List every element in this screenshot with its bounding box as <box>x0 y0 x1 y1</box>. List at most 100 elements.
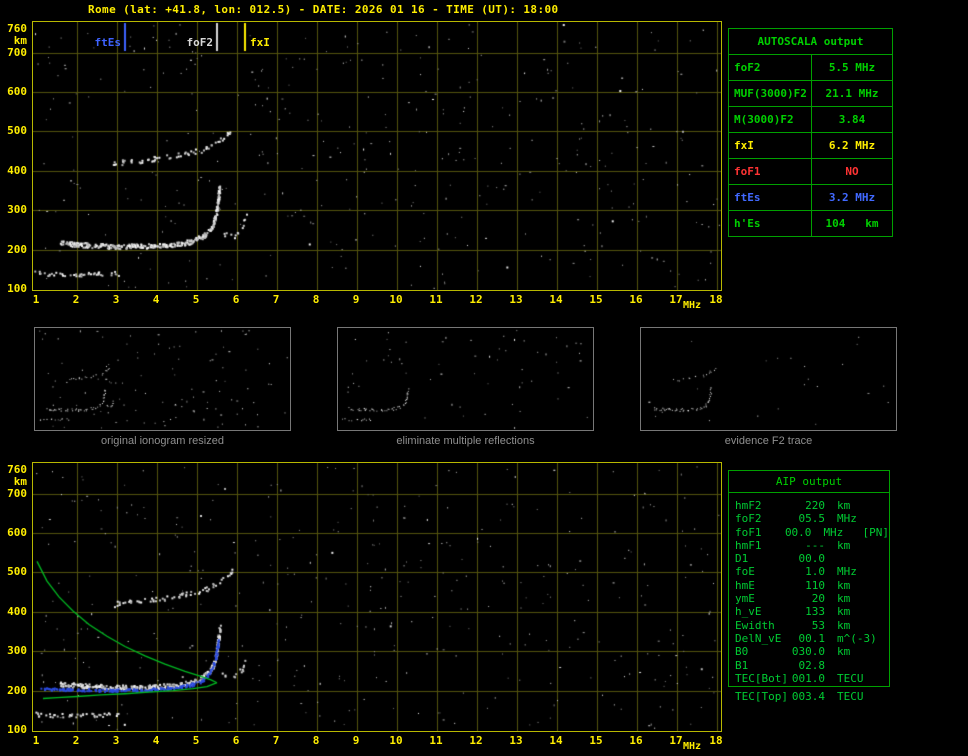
x-tick-1: 1 <box>32 734 40 747</box>
thumbnail-1-label: original ionogram resized <box>101 435 224 447</box>
x-tick-18: 18 <box>709 734 723 747</box>
x-tick-11: 11 <box>429 293 443 306</box>
aip-row-hmf1: hmF1 --- km <box>729 539 889 552</box>
aip-row-value: 20 <box>811 592 825 606</box>
thumbnail-original-ionogram <box>34 327 291 431</box>
aip-row-name: ymE <box>735 592 755 606</box>
aip-row-d1: D1 00.0 <box>729 552 889 565</box>
autoscala-row-label: fxI <box>729 133 812 158</box>
aip-row-name: D1 <box>735 552 749 566</box>
x-tick-12: 12 <box>469 734 483 747</box>
autoscala-row-label: foF2 <box>729 55 812 80</box>
x-tick-9: 9 <box>352 734 360 747</box>
y-tick-760: 760 <box>7 463 27 476</box>
x-tick-10: 10 <box>389 293 403 306</box>
x-tick-5: 5 <box>192 293 200 306</box>
autoscala-row-value: 6.2 MHz <box>828 139 876 152</box>
aip-row-value: 030.0 <box>791 645 825 659</box>
aip-row-unit: km <box>837 592 851 606</box>
x-tick-15: 15 <box>589 734 603 747</box>
autoscala-row-h-es: h'Es 104 km <box>729 211 892 236</box>
bottom-ionogram-plot <box>32 462 722 732</box>
y-tick-200: 200 <box>7 684 27 697</box>
top-ionogram-plot: ftEs foF2 fxI <box>32 21 722 291</box>
aip-row-yme: ymE 20 km <box>729 592 889 605</box>
x-tick-16: 16 <box>629 293 643 306</box>
aip-row-unit <box>837 552 883 565</box>
autoscala-row-ftes: ftEs 3.2 MHz <box>729 185 892 211</box>
autoscala-row-m-3000-f2: M(3000)F2 3.84 <box>729 107 892 133</box>
thumbnail-3-canvas <box>641 328 896 430</box>
y-tick-200: 200 <box>7 243 27 256</box>
aip-row-value: 110 <box>805 578 825 592</box>
aip-row-fof1: foF1 00.0 MHz [PN] <box>729 526 889 539</box>
aip-row-value: 00.0 <box>798 552 826 566</box>
aip-panel-title: AIP output <box>729 471 889 493</box>
x-tick-10: 10 <box>389 734 403 747</box>
y-tick-400: 400 <box>7 164 27 177</box>
marker-label-fof2: foF2 <box>186 36 214 49</box>
x-tick-2: 2 <box>72 293 80 306</box>
bottom-plot-y-axis: 760 km 700 600 500 400 300 200 100 <box>0 462 30 735</box>
aip-row-name: foF2 <box>735 512 762 526</box>
autoscala-row-value: 3.2 MHz <box>828 191 876 204</box>
aip-row-name: h_vE <box>735 605 762 619</box>
x-tick-16: 16 <box>629 734 643 747</box>
x-tick-7: 7 <box>272 734 280 747</box>
x-tick-4: 4 <box>152 293 160 306</box>
y-axis-unit: km <box>13 34 27 47</box>
aip-row-hmf2: hmF2 220 km <box>729 499 889 512</box>
aip-row-hme: hmE 110 km <box>729 579 889 592</box>
autoscala-row-label: M(3000)F2 <box>729 107 812 132</box>
autoscala-row-value: 3.84 <box>838 113 866 126</box>
aip-row-foe: foE 1.0 MHz <box>729 565 889 578</box>
aip-row-unit: km <box>837 645 851 659</box>
aip-row-value: 02.8 <box>798 658 826 672</box>
aip-row-name: B0 <box>735 645 749 659</box>
bottom-plot-x-axis: 1 2 3 4 5 6 7 8 9 10 11 12 13 14 15 16 17 18 MHz <box>32 734 744 756</box>
autoscala-row-fof1: foF1 NO <box>729 159 892 185</box>
aip-row-extra: [PN] <box>862 525 890 539</box>
autoscala-row-value: NO <box>845 165 859 178</box>
aip-row-unit: km <box>837 499 851 512</box>
top-ionogram-canvas <box>33 22 721 290</box>
aip-row-name: DelN_vE <box>735 631 782 645</box>
station-date-title: Rome (lat: +41.8, lon: 012.5) - DATE: 20… <box>88 3 559 16</box>
aip-row-unit: MHz <box>837 565 857 579</box>
aip-row-value: --- <box>805 538 825 552</box>
x-tick-12: 12 <box>469 293 483 306</box>
y-tick-400: 400 <box>7 605 27 618</box>
aip-row-b1: B1 02.8 <box>729 659 889 672</box>
y-tick-500: 500 <box>7 124 27 137</box>
aip-row-name: foE <box>735 565 755 579</box>
aip-row-b0: B0 030.0 km <box>729 645 889 658</box>
autoscala-row-muf-3000-f2: MUF(3000)F2 21.1 MHz <box>729 81 892 107</box>
aip-row-value: 1.0 <box>805 565 825 579</box>
x-tick-3: 3 <box>112 734 120 747</box>
aip-row-value: 133 <box>805 605 825 619</box>
thumbnail-evidence-f2-trace <box>640 327 897 431</box>
aip-row-unit: MHz <box>823 525 844 539</box>
autoscala-row-value: 104 km <box>825 217 879 230</box>
y-tick-700: 700 <box>7 487 27 500</box>
thumbnail-eliminate-reflections <box>337 327 594 431</box>
aip-row-unit: TECU <box>837 671 864 685</box>
marker-label-fxi: fxI <box>250 36 270 49</box>
x-tick-14: 14 <box>549 734 563 747</box>
aip-row-tec-top: TEC[Top] 003.4 TECU <box>728 690 890 703</box>
aip-footer-value: 003.4 <box>791 690 825 703</box>
y-tick-700: 700 <box>7 46 27 59</box>
aip-footer-name: TEC[Top] <box>735 690 788 703</box>
thumbnail-3-label: evidence F2 trace <box>724 435 813 447</box>
bottom-ionogram-canvas <box>33 463 721 731</box>
top-plot-y-axis: 760 km 700 600 500 400 300 200 100 <box>0 21 30 294</box>
aip-row-unit: km <box>837 605 851 619</box>
y-axis-unit: km <box>13 475 27 488</box>
autoscala-table-rows: foF2 5.5 MHz MUF(3000)F2 21.1 MHz M(3000)F2 3… <box>729 55 892 236</box>
y-tick-300: 300 <box>7 644 27 657</box>
autoscala-row-label: foF1 <box>729 159 812 184</box>
x-tick-13: 13 <box>509 734 523 747</box>
y-tick-760: 760 <box>7 22 27 35</box>
top-plot-x-axis: 1 2 3 4 5 6 7 8 9 10 11 12 13 14 15 16 17 18 MHz <box>32 293 744 315</box>
aip-row-unit: km <box>837 618 851 632</box>
